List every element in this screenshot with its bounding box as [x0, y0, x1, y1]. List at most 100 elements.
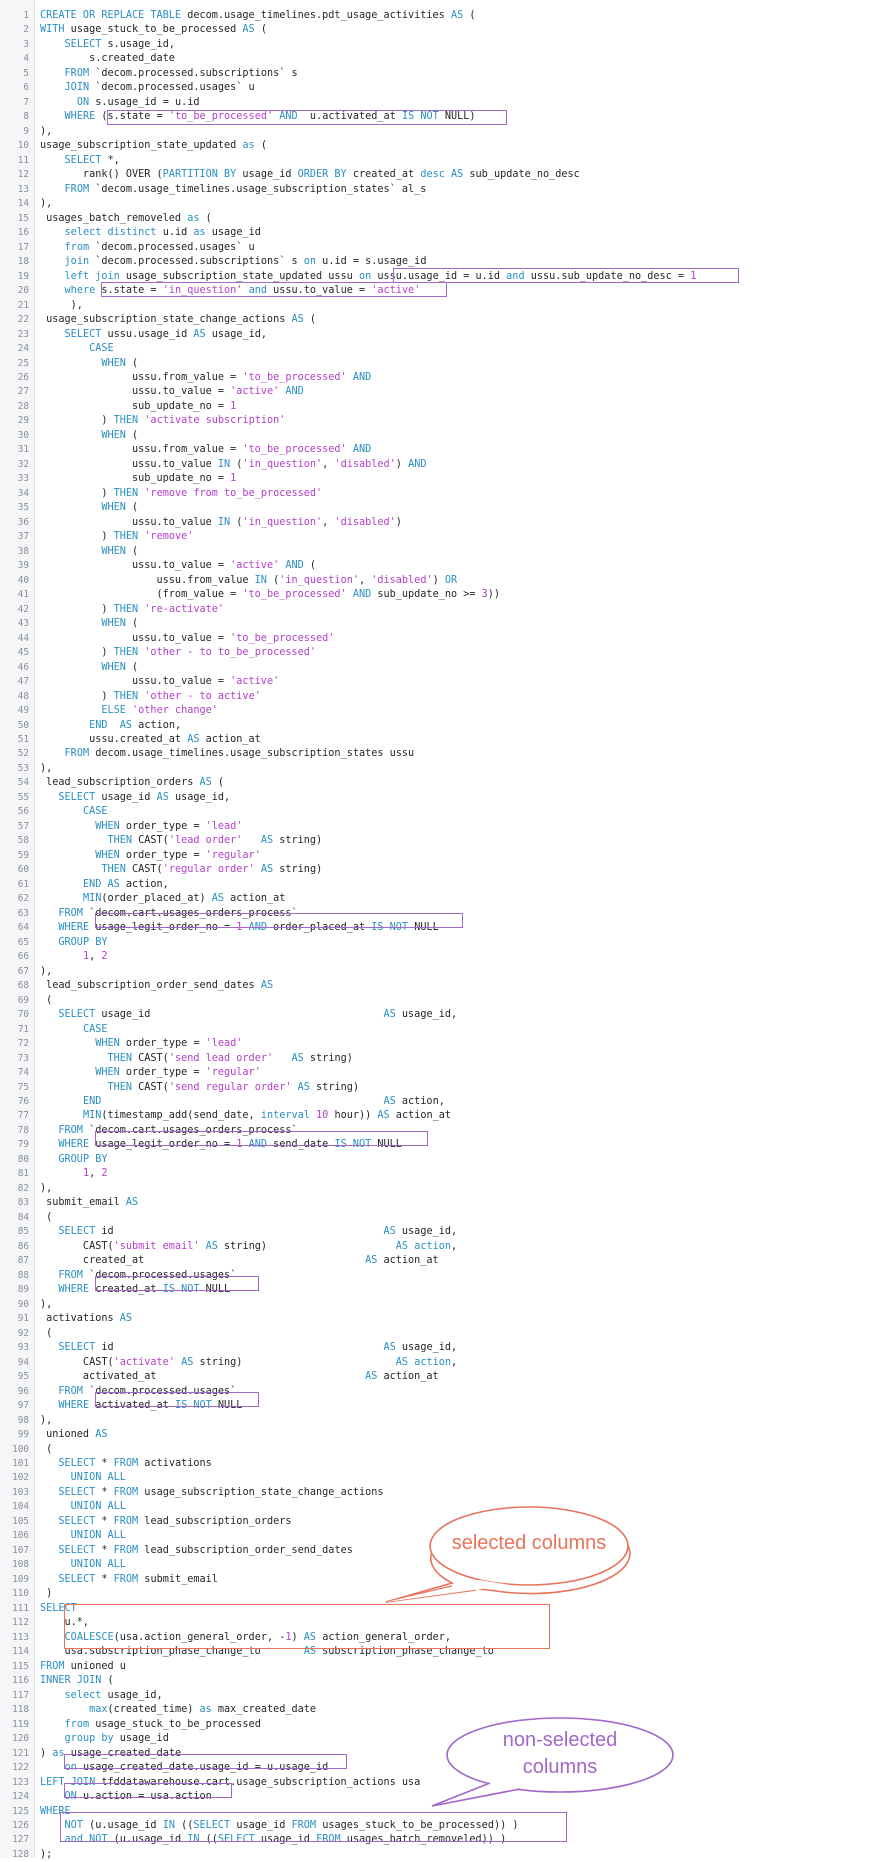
line-number: 95: [17, 1371, 29, 1383]
sql-keyword: left join: [64, 270, 120, 282]
code-text: SELECT * FROM lead_subscription_order_se…: [40, 1544, 352, 1559]
code-text: THEN CAST('regular order' AS string): [40, 863, 322, 878]
code-line: 80 GROUP BY: [0, 1153, 882, 1168]
sql-literal: 'active': [230, 676, 280, 688]
line-number: 69: [17, 994, 29, 1006]
sql-token: ,: [358, 574, 372, 586]
line-number: 71: [17, 1023, 29, 1035]
sql-keyword: THEN: [107, 835, 133, 847]
sql-token: ),: [40, 299, 83, 311]
code-text: SELECT id AS usage_id,: [40, 1341, 457, 1356]
line-number: 40: [17, 574, 29, 586]
sql-keyword: GROUP BY: [58, 936, 108, 948]
code-line: 35 WHEN (: [0, 501, 882, 516]
code-text: s.created_date: [40, 52, 175, 67]
code-text: SELECT * FROM lead_subscription_orders: [40, 1515, 291, 1530]
code-line: 1 CREATE OR REPLACE TABLE decom.usage_tim…: [0, 9, 882, 24]
sql-keyword: AS: [297, 1081, 310, 1093]
sql-keyword: AS: [383, 1009, 396, 1021]
code-line: 49 ELSE 'other change': [0, 704, 882, 719]
sql-keyword: action: [414, 1356, 452, 1368]
code-line: 42 ) THEN 're-activate': [0, 603, 882, 618]
line-number: 103: [12, 1486, 29, 1498]
sql-token: submit_email: [138, 1573, 218, 1585]
sql-token: (: [101, 1675, 114, 1687]
line-number: 34: [17, 487, 29, 499]
line-number: 1: [23, 10, 29, 21]
line-number: 38: [17, 545, 29, 557]
line-number: 122: [12, 1762, 29, 1774]
code-line: 5 FROM `decom.processed.subscriptions` s: [0, 67, 882, 82]
sql-keyword: AS: [211, 893, 225, 905]
sql-literal: 2: [101, 951, 108, 963]
sql-keyword: WHERE: [58, 1139, 90, 1151]
line-number: 94: [17, 1356, 29, 1368]
line-number: 100: [12, 1443, 29, 1455]
code-text: SELECT usage_id AS usage_id,: [40, 1008, 457, 1023]
line-number: 51: [17, 734, 29, 745]
code-text: UNION ALL: [40, 1558, 126, 1573]
sql-keyword: SELECT: [64, 328, 102, 340]
code-text: ) THEN 'remove from to_be_processed': [40, 487, 322, 502]
code-text: UNION ALL: [40, 1529, 126, 1544]
sql-keyword: END: [89, 719, 108, 731]
code-text: sub_update_no = 1: [40, 400, 236, 415]
sql-keyword: AS: [242, 24, 255, 36]
code-line: 61 END AS action,: [0, 878, 882, 893]
code-line: 72 WHEN order_type = 'lead': [0, 1037, 882, 1052]
sql-token: lead_subscription_orders: [40, 777, 200, 789]
sql-keyword: FROM: [58, 1269, 83, 1281]
line-number: 91: [17, 1313, 29, 1325]
sql-keyword: FROM: [58, 907, 83, 919]
code-text: (: [40, 1443, 52, 1458]
code-line: 76 END AS action,: [0, 1095, 882, 1110]
line-number: 102: [12, 1472, 29, 1484]
code-text: from usage_stuck_to_be_processed: [40, 1718, 261, 1733]
line-number: 112: [12, 1617, 29, 1629]
sql-keyword: FROM: [40, 1660, 65, 1672]
sql-keyword: INNER JOIN: [40, 1675, 102, 1687]
code-line: 102 UNION ALL: [0, 1471, 882, 1486]
line-number: 14: [17, 198, 29, 210]
sql-keyword: END AS: [82, 878, 120, 890]
sql-token: (: [230, 458, 243, 470]
sql-editor[interactable]: 1 CREATE OR REPLACE TABLE decom.usage_tim…: [0, 0, 882, 1860]
sql-token: activations: [138, 1458, 212, 1469]
code-line: 81 1, 2: [0, 1167, 882, 1182]
sql-literal: 'submit email': [113, 1240, 200, 1252]
line-number: 52: [17, 748, 29, 760]
code-text: ) THEN 'other - to to_be_processed': [40, 646, 316, 661]
sql-keyword: AS: [260, 835, 274, 847]
code-text: FROM `decom.usage_timelines.usage_subscr…: [40, 183, 427, 198]
sql-keyword: THEN: [113, 531, 139, 543]
code-text: join `decom.processed.subscriptions` s o…: [40, 255, 427, 270]
sql-literal: 'send lead order': [168, 1052, 274, 1064]
code-text: ) THEN 're-activate': [40, 603, 224, 618]
sql-token: order_type =: [119, 1038, 206, 1050]
code-line: 40 ussu.from_value IN ('in_question', 'd…: [0, 574, 882, 589]
line-number: 120: [12, 1733, 29, 1745]
code-text: END AS action,: [40, 878, 169, 893]
sql-token: string): [217, 1240, 396, 1252]
sql-token: (: [40, 1443, 53, 1455]
code-line: 62 MIN(order_placed_at) AS action_at: [0, 892, 882, 907]
line-number: 27: [17, 386, 29, 398]
code-line: 69 (: [0, 994, 882, 1009]
code-line: 25 WHEN (: [0, 357, 882, 372]
sql-literal: 'activate': [113, 1356, 175, 1368]
line-number: 109: [12, 1573, 29, 1585]
sql-token: (: [125, 545, 139, 557]
